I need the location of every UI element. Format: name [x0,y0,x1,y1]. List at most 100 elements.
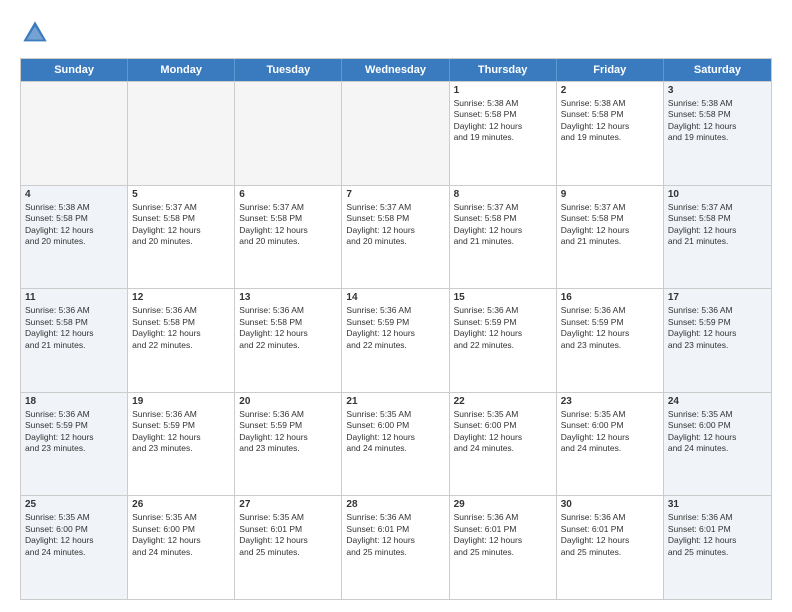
cal-cell: 5 Sunrise: 5:37 AMSunset: 5:58 PMDaylight… [128,186,235,289]
day-info: Sunrise: 5:38 AMSunset: 5:58 PMDaylight:… [668,98,767,144]
cal-cell: 15 Sunrise: 5:36 AMSunset: 5:59 PMDayligh… [450,289,557,392]
header-thursday: Thursday [450,59,557,81]
calendar-body: 1 Sunrise: 5:38 AMSunset: 5:58 PMDaylight… [21,81,771,599]
day-info: Sunrise: 5:35 AMSunset: 6:00 PMDaylight:… [346,409,444,455]
day-number: 18 [25,396,123,407]
day-number: 11 [25,292,123,303]
day-info: Sunrise: 5:35 AMSunset: 6:00 PMDaylight:… [561,409,659,455]
day-number: 8 [454,189,552,200]
cal-cell: 28 Sunrise: 5:36 AMSunset: 6:01 PMDayligh… [342,496,449,599]
day-number: 7 [346,189,444,200]
day-info: Sunrise: 5:35 AMSunset: 6:00 PMDaylight:… [25,512,123,558]
cal-cell [128,82,235,185]
cal-cell: 10Sunrise: 5:37 AMSunset: 5:58 PMDayligh… [664,186,771,289]
header-tuesday: Tuesday [235,59,342,81]
day-number: 1 [454,85,552,96]
day-info: Sunrise: 5:36 AMSunset: 6:01 PMDaylight:… [668,512,767,558]
day-info: Sunrise: 5:36 AMSunset: 5:59 PMDaylight:… [239,409,337,455]
day-info: Sunrise: 5:36 AMSunset: 5:59 PMDaylight:… [25,409,123,455]
cal-cell: 19 Sunrise: 5:36 AMSunset: 5:59 PMDayligh… [128,393,235,496]
day-info: Sunrise: 5:36 AMSunset: 5:58 PMDaylight:… [25,305,123,351]
cal-cell: 18 Sunrise: 5:36 AMSunset: 5:59 PMDayligh… [21,393,128,496]
day-info: Sunrise: 5:36 AMSunset: 5:59 PMDaylight:… [132,409,230,455]
header [20,18,772,48]
day-info: Sunrise: 5:37 AMSunset: 5:58 PMDaylight:… [346,202,444,248]
cal-cell: 13 Sunrise: 5:36 AMSunset: 5:58 PMDayligh… [235,289,342,392]
day-info: Sunrise: 5:36 AMSunset: 5:58 PMDaylight:… [239,305,337,351]
day-number: 14 [346,292,444,303]
day-number: 26 [132,499,230,510]
day-info: Sunrise: 5:35 AMSunset: 6:00 PMDaylight:… [668,409,767,455]
cal-cell: 2 Sunrise: 5:38 AMSunset: 5:58 PMDaylight… [557,82,664,185]
cal-cell: 16Sunrise: 5:36 AMSunset: 5:59 PMDayligh… [557,289,664,392]
day-number: 19 [132,396,230,407]
day-number: 4 [25,189,123,200]
cal-cell: 27 Sunrise: 5:35 AMSunset: 6:01 PMDayligh… [235,496,342,599]
day-number: 13 [239,292,337,303]
day-info: Sunrise: 5:38 AMSunset: 5:58 PMDaylight:… [25,202,123,248]
header-friday: Friday [557,59,664,81]
cal-cell: 29Sunrise: 5:36 AMSunset: 6:01 PMDayligh… [450,496,557,599]
week-row-1: 1 Sunrise: 5:38 AMSunset: 5:58 PMDaylight… [21,81,771,185]
cal-cell: 25 Sunrise: 5:35 AMSunset: 6:00 PMDayligh… [21,496,128,599]
logo [20,18,54,48]
cal-cell: 4 Sunrise: 5:38 AMSunset: 5:58 PMDaylight… [21,186,128,289]
week-row-2: 4 Sunrise: 5:38 AMSunset: 5:58 PMDaylight… [21,185,771,289]
cal-cell: 21Sunrise: 5:35 AMSunset: 6:00 PMDayligh… [342,393,449,496]
cal-cell: 30 Sunrise: 5:36 AMSunset: 6:01 PMDayligh… [557,496,664,599]
day-info: Sunrise: 5:36 AMSunset: 5:59 PMDaylight:… [454,305,552,351]
day-number: 30 [561,499,659,510]
cal-cell: 17 Sunrise: 5:36 AMSunset: 5:59 PMDayligh… [664,289,771,392]
cal-cell: 11 Sunrise: 5:36 AMSunset: 5:58 PMDayligh… [21,289,128,392]
cal-cell: 23 Sunrise: 5:35 AMSunset: 6:00 PMDayligh… [557,393,664,496]
calendar-header: SundayMondayTuesdayWednesdayThursdayFrid… [21,59,771,81]
day-number: 23 [561,396,659,407]
day-info: Sunrise: 5:36 AMSunset: 5:59 PMDaylight:… [668,305,767,351]
cal-cell: 24 Sunrise: 5:35 AMSunset: 6:00 PMDayligh… [664,393,771,496]
header-saturday: Saturday [664,59,771,81]
day-number: 29 [454,499,552,510]
page: SundayMondayTuesdayWednesdayThursdayFrid… [0,0,792,612]
header-sunday: Sunday [21,59,128,81]
week-row-3: 11 Sunrise: 5:36 AMSunset: 5:58 PMDayligh… [21,288,771,392]
day-number: 24 [668,396,767,407]
day-number: 17 [668,292,767,303]
cal-cell: 20 Sunrise: 5:36 AMSunset: 5:59 PMDayligh… [235,393,342,496]
day-number: 2 [561,85,659,96]
cal-cell: 22Sunrise: 5:35 AMSunset: 6:00 PMDayligh… [450,393,557,496]
week-row-5: 25 Sunrise: 5:35 AMSunset: 6:00 PMDayligh… [21,495,771,599]
cal-cell: 31Sunrise: 5:36 AMSunset: 6:01 PMDayligh… [664,496,771,599]
cal-cell [342,82,449,185]
day-info: Sunrise: 5:36 AMSunset: 6:01 PMDaylight:… [561,512,659,558]
day-info: Sunrise: 5:38 AMSunset: 5:58 PMDaylight:… [454,98,552,144]
day-number: 3 [668,85,767,96]
week-row-4: 18 Sunrise: 5:36 AMSunset: 5:59 PMDayligh… [21,392,771,496]
cal-cell: 6Sunrise: 5:37 AMSunset: 5:58 PMDaylight… [235,186,342,289]
day-number: 15 [454,292,552,303]
day-info: Sunrise: 5:37 AMSunset: 5:58 PMDaylight:… [132,202,230,248]
day-number: 25 [25,499,123,510]
day-info: Sunrise: 5:36 AMSunset: 6:01 PMDaylight:… [346,512,444,558]
day-number: 20 [239,396,337,407]
day-info: Sunrise: 5:35 AMSunset: 6:00 PMDaylight:… [132,512,230,558]
day-number: 28 [346,499,444,510]
day-info: Sunrise: 5:38 AMSunset: 5:58 PMDaylight:… [561,98,659,144]
logo-icon [20,18,50,48]
day-number: 9 [561,189,659,200]
day-number: 5 [132,189,230,200]
cal-cell: 7 Sunrise: 5:37 AMSunset: 5:58 PMDaylight… [342,186,449,289]
header-monday: Monday [128,59,235,81]
cal-cell [21,82,128,185]
day-info: Sunrise: 5:36 AMSunset: 5:59 PMDaylight:… [561,305,659,351]
cal-cell: 3 Sunrise: 5:38 AMSunset: 5:58 PMDaylight… [664,82,771,185]
day-number: 10 [668,189,767,200]
day-info: Sunrise: 5:35 AMSunset: 6:01 PMDaylight:… [239,512,337,558]
cal-cell: 8 Sunrise: 5:37 AMSunset: 5:58 PMDaylight… [450,186,557,289]
day-info: Sunrise: 5:36 AMSunset: 5:59 PMDaylight:… [346,305,444,351]
cal-cell [235,82,342,185]
day-info: Sunrise: 5:37 AMSunset: 5:58 PMDaylight:… [454,202,552,248]
cal-cell: 14 Sunrise: 5:36 AMSunset: 5:59 PMDayligh… [342,289,449,392]
day-info: Sunrise: 5:35 AMSunset: 6:00 PMDaylight:… [454,409,552,455]
cal-cell: 1 Sunrise: 5:38 AMSunset: 5:58 PMDaylight… [450,82,557,185]
day-number: 27 [239,499,337,510]
